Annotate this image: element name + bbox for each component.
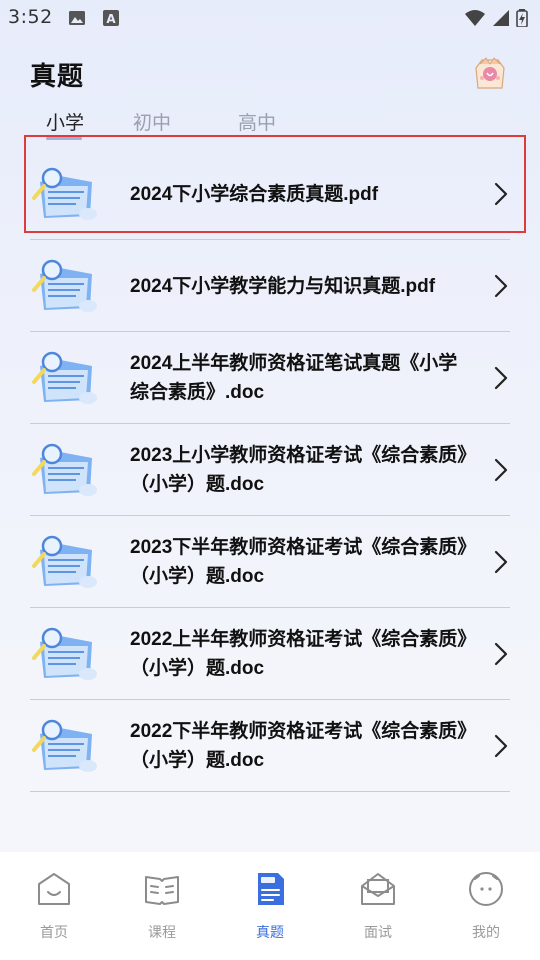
status-bar: 3:52 A xyxy=(0,0,540,36)
chevron-right-icon xyxy=(494,458,508,482)
nav-label: 首页 xyxy=(40,925,68,941)
folder-search-icon xyxy=(32,627,97,680)
list-item[interactable]: 2022下半年教师资格证考试《综合素质》（小学）题.doc xyxy=(0,700,540,792)
folder-search-icon xyxy=(32,535,97,588)
item-title: 2024下小学教学能力与知识真题.pdf xyxy=(130,275,436,297)
list-item[interactable]: 2024下小学教学能力与知识真题.pdf xyxy=(0,240,540,332)
list-item[interactable]: 2022上半年教师资格证考试《综合素质》（小学）题.doc xyxy=(0,608,540,700)
nav-interview[interactable]: 面试 xyxy=(338,866,418,956)
document-icon xyxy=(258,873,284,905)
page-title: 真题 xyxy=(30,62,85,92)
chevron-right-icon xyxy=(494,274,508,298)
nav-exams[interactable]: 真题 xyxy=(230,866,310,956)
list-item[interactable]: 2023下半年教师资格证考试《综合素质》（小学）题.doc xyxy=(0,516,540,608)
home-face-icon xyxy=(38,873,70,905)
nav-label: 真题 xyxy=(256,925,284,941)
nav-home[interactable]: 首页 xyxy=(14,866,94,956)
nav-label: 课程 xyxy=(148,925,176,941)
image-icon xyxy=(69,11,85,25)
chevron-right-icon xyxy=(494,550,508,574)
svg-text:A: A xyxy=(106,12,116,26)
nav-courses[interactable]: 课程 xyxy=(122,866,202,956)
chevron-right-icon xyxy=(494,642,508,666)
item-title: 2024下小学综合素质真题.pdf xyxy=(130,183,379,205)
nav-profile[interactable]: 我的 xyxy=(446,866,526,956)
battery-icon xyxy=(516,9,528,27)
list-item[interactable]: 2024下小学综合素质真题.pdf xyxy=(0,135,540,240)
a-letter-icon: A xyxy=(103,10,119,26)
mascot-avatar-icon[interactable] xyxy=(470,54,510,94)
envelope-icon xyxy=(361,873,395,905)
nav-label: 我的 xyxy=(472,925,500,941)
list-item[interactable]: 2024上半年教师资格证笔试真题《小学综合素质》.doc xyxy=(0,332,540,424)
signal-icon xyxy=(493,10,509,26)
list-item[interactable]: 2023上小学教师资格证考试《综合素质》（小学）题.doc xyxy=(0,424,540,516)
profile-face-icon xyxy=(469,872,503,906)
item-title: 2022上半年教师资格证考试《综合素质》（小学）题.doc xyxy=(130,629,467,679)
item-title: 2022下半年教师资格证考试《综合素质》（小学）题.doc xyxy=(130,721,467,771)
nav-label: 面试 xyxy=(364,925,392,941)
folder-search-icon xyxy=(32,351,97,404)
item-title: 2023上小学教师资格证考试《综合素质》（小学）题.doc xyxy=(130,445,467,495)
status-time: 3:52 xyxy=(8,6,53,28)
level-tabs: 小学 初中 高中 xyxy=(0,106,540,140)
tab-middle[interactable]: 初中 xyxy=(133,108,171,135)
folder-search-icon xyxy=(32,443,97,496)
folder-search-icon xyxy=(32,167,97,220)
folder-search-icon xyxy=(32,719,97,772)
wifi-icon xyxy=(465,10,485,26)
item-title: 2024上半年教师资格证笔试真题《小学综合素质》.doc xyxy=(130,353,458,403)
bottom-nav: 首页 课程 真题 面试 我的 xyxy=(0,852,540,960)
exam-file-list: 2024下小学综合素质真题.pdf 2024下小学教学能力与知识真题.pdf 2… xyxy=(0,135,540,792)
book-icon xyxy=(145,876,179,905)
chevron-right-icon xyxy=(494,734,508,758)
chevron-right-icon xyxy=(494,366,508,390)
item-title: 2023下半年教师资格证考试《综合素质》（小学）题.doc xyxy=(130,537,467,587)
folder-search-icon xyxy=(32,259,97,312)
chevron-right-icon xyxy=(494,182,508,206)
tab-high[interactable]: 高中 xyxy=(238,108,276,135)
tab-primary[interactable]: 小学 xyxy=(46,108,84,135)
tab-indicator xyxy=(46,137,82,140)
